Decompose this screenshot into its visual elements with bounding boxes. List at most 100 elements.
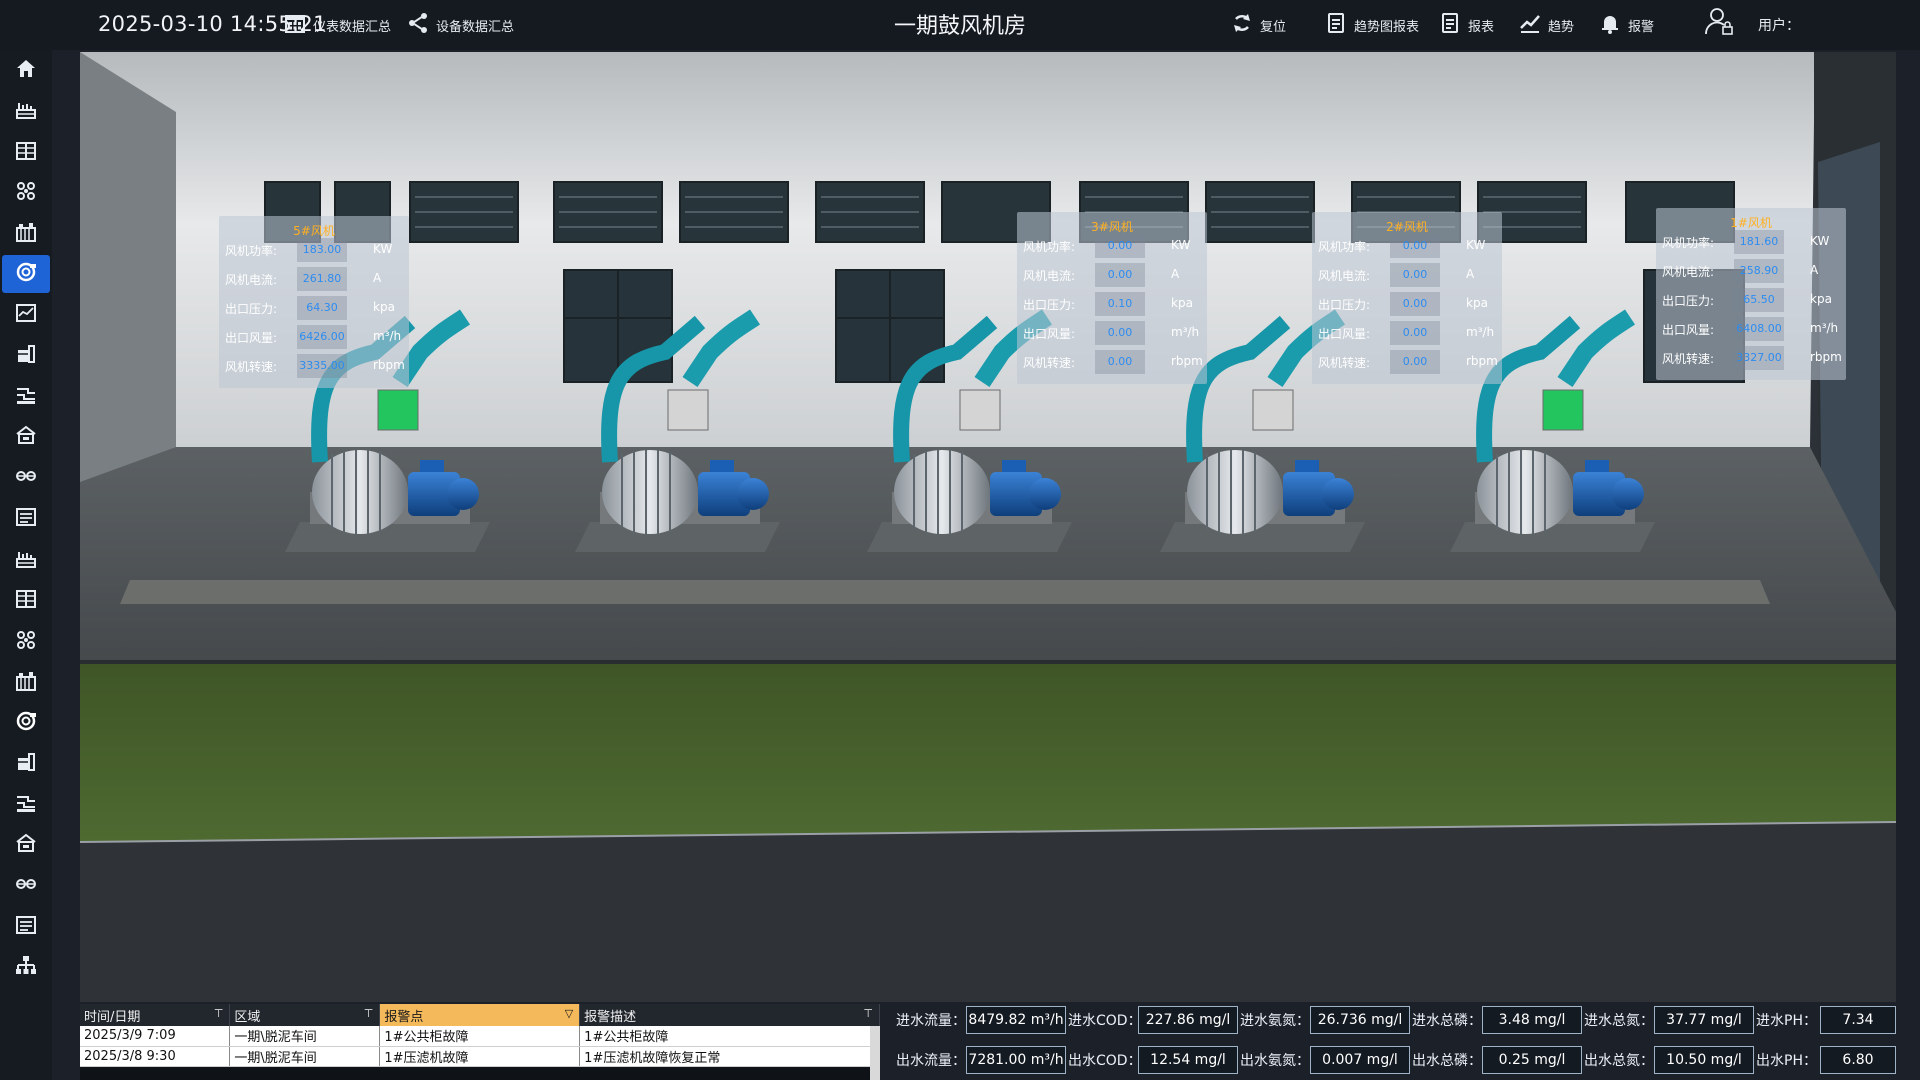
row-label: 风机电流: bbox=[1023, 269, 1076, 283]
sidebar-item-network[interactable] bbox=[2, 623, 50, 661]
row-unit: KW bbox=[1810, 234, 1830, 248]
sidebar-item-org-chart[interactable] bbox=[2, 948, 50, 986]
row-label: 风机转速: bbox=[1318, 356, 1371, 370]
row-unit: kpa bbox=[1810, 292, 1832, 306]
column-header-area[interactable]: 区域 ⊤ bbox=[229, 1004, 381, 1026]
alarm-button[interactable]: 报警 bbox=[1598, 12, 1654, 38]
sidebar-item-plant[interactable] bbox=[2, 93, 50, 131]
sidebar-item-plant[interactable] bbox=[2, 542, 50, 580]
meter-summary-button[interactable]: 仪表数据汇总 bbox=[283, 12, 391, 38]
row-unit: A bbox=[373, 271, 382, 285]
sidebar-item-tank[interactable] bbox=[2, 337, 50, 375]
row-label: 出口压力: bbox=[225, 302, 278, 316]
sidebar-item-pipeline[interactable] bbox=[2, 378, 50, 416]
panel-row-current: 风机电流: 0.00 A bbox=[1318, 263, 1498, 287]
sidebar-item-blower[interactable] bbox=[2, 255, 50, 293]
pipeline-icon bbox=[14, 383, 38, 411]
sidebar-item-network[interactable] bbox=[2, 174, 50, 212]
column-header-alarm-point[interactable]: 报警点 ▽ bbox=[379, 1004, 581, 1026]
filter-icon[interactable]: ▽ bbox=[565, 1007, 573, 1020]
table-row[interactable]: 2025/3/8 9:30 一期\脱泥车间 1#压滤机故障 1#压滤机故障恢复正常 bbox=[80, 1046, 880, 1067]
panel-row-speed: 风机转速: 0.00 rbpm bbox=[1318, 350, 1498, 374]
column-header-alarm-desc[interactable]: 报警描述 ⊤ bbox=[579, 1004, 880, 1026]
table-cell: 1#压滤机故障 bbox=[379, 1046, 581, 1067]
sidebar-item-tank[interactable] bbox=[2, 745, 50, 783]
reset-button[interactable]: 复位 bbox=[1230, 12, 1286, 38]
metric-label: 出水PH： bbox=[1756, 1053, 1817, 1069]
bell-icon bbox=[1598, 11, 1622, 39]
metric-value: 6.80 bbox=[1820, 1046, 1896, 1074]
sidebar-item-home[interactable] bbox=[2, 52, 50, 90]
row-label: 风机功率: bbox=[1662, 236, 1715, 250]
sidebar-item-list[interactable] bbox=[2, 500, 50, 538]
row-label: 出口风量: bbox=[225, 331, 278, 345]
device-summary-button[interactable]: 设备数据汇总 bbox=[406, 12, 514, 38]
user-label: 用户： bbox=[1758, 18, 1800, 34]
metric-value: 7.34 bbox=[1820, 1006, 1896, 1034]
blower-icon bbox=[14, 709, 38, 737]
sidebar-item-chart-box[interactable] bbox=[2, 296, 50, 334]
panel-row-pressure: 出口压力: 0.10 kpa bbox=[1023, 292, 1203, 316]
blower-info-panel[interactable]: 3#风机 风机功率: 0.00 KW 风机电流: 0.00 A 出口压力: 0.10 kpa 出口风… bbox=[1017, 212, 1207, 384]
trend-label: 趋势 bbox=[1548, 19, 1575, 35]
blower-info-panel[interactable]: 2#风机 风机功率: 0.00 KW 风机电流: 0.00 A 出口压力: 0.00 kpa 出口风… bbox=[1312, 212, 1502, 384]
sidebar-item-link[interactable] bbox=[2, 459, 50, 497]
report-button[interactable]: 报表 bbox=[1438, 12, 1494, 38]
network-icon bbox=[14, 179, 38, 207]
blower-icon bbox=[14, 260, 38, 288]
chart-box-icon bbox=[14, 301, 38, 329]
calendar-icon bbox=[283, 11, 307, 39]
row-value: 6408.00 bbox=[1734, 317, 1784, 341]
link-icon bbox=[14, 464, 38, 492]
trend-report-label: 趋势图报表 bbox=[1354, 19, 1420, 35]
row-value: 0.10 bbox=[1095, 292, 1145, 316]
filter-icon[interactable]: ⊤ bbox=[863, 1007, 873, 1020]
row-label: 风机转速: bbox=[225, 360, 278, 374]
panel-row-airflow: 出口风量: 6426.00 m³/h bbox=[225, 325, 405, 349]
row-unit: m³/h bbox=[1171, 325, 1200, 339]
blower-info-panel[interactable]: 5#风机 风机功率: 183.00 KW 风机电流: 261.80 A 出口压力: 64.30 k… bbox=[219, 216, 409, 388]
trend-line-icon bbox=[1518, 11, 1542, 39]
sidebar-item-house[interactable] bbox=[2, 418, 50, 456]
row-value: 181.60 bbox=[1734, 230, 1784, 254]
panel-row-airflow: 出口风量: 6408.00 m³/h bbox=[1662, 317, 1842, 341]
blower-info-panel[interactable]: 1#风机 风机功率: 181.60 KW 风机电流: 258.90 A 出口压力: 65.50 k… bbox=[1656, 208, 1846, 380]
row-unit: m³/h bbox=[1810, 321, 1839, 335]
row-label: 出口风量: bbox=[1662, 323, 1715, 337]
trend-report-button[interactable]: 趋势图报表 bbox=[1324, 12, 1419, 38]
water-quality-metrics: 进水流量： 8479.82 m³/h 进水COD： 227.86 mg/l 进水氨氮： 2… bbox=[896, 1004, 1896, 1080]
row-label: 出口压力: bbox=[1662, 294, 1715, 308]
panel-title: 3#风机 bbox=[1091, 220, 1133, 234]
row-value: 0.00 bbox=[1390, 292, 1440, 316]
filter-icon[interactable]: ⊤ bbox=[214, 1007, 224, 1020]
column-header-datetime[interactable]: 时间/日期 ⊤ bbox=[80, 1004, 231, 1026]
filter-icon[interactable]: ⊤ bbox=[364, 1007, 374, 1020]
panel-row-airflow: 出口风量: 0.00 m³/h bbox=[1023, 321, 1203, 345]
home-icon bbox=[14, 57, 38, 85]
sidebar-item-pipeline[interactable] bbox=[2, 786, 50, 824]
sidebar-item-panel[interactable] bbox=[2, 582, 50, 620]
sidebar-item-list[interactable] bbox=[2, 908, 50, 946]
table-cell: 1#压滤机故障恢复正常 bbox=[579, 1046, 880, 1067]
sidebar-item-link[interactable] bbox=[2, 867, 50, 905]
row-label: 风机电流: bbox=[1662, 265, 1715, 279]
sidebar-item-building[interactable] bbox=[2, 215, 50, 253]
sidebar-item-blower[interactable] bbox=[2, 704, 50, 742]
row-value: 0.00 bbox=[1095, 350, 1145, 374]
alarm-table-scrollbar[interactable] bbox=[870, 1026, 880, 1080]
user-lock-icon bbox=[1704, 6, 1734, 40]
trend-button[interactable]: 趋势 bbox=[1518, 12, 1574, 38]
row-value: 65.50 bbox=[1734, 288, 1784, 312]
sidebar bbox=[0, 50, 52, 1080]
table-row[interactable]: 2025/3/9 7:09 一期\脱泥车间 1#公共柜故障 1#公共柜故障 bbox=[80, 1026, 880, 1047]
sidebar-item-building[interactable] bbox=[2, 664, 50, 702]
pipeline-icon bbox=[14, 791, 38, 819]
row-label: 出口风量: bbox=[1318, 327, 1371, 341]
row-unit: KW bbox=[373, 242, 393, 256]
user-avatar[interactable] bbox=[1704, 8, 1734, 36]
row-label: 风机转速: bbox=[1662, 352, 1715, 366]
sidebar-item-panel[interactable] bbox=[2, 134, 50, 172]
plant-icon bbox=[14, 98, 38, 126]
plant-icon bbox=[14, 547, 38, 575]
sidebar-item-house[interactable] bbox=[2, 826, 50, 864]
